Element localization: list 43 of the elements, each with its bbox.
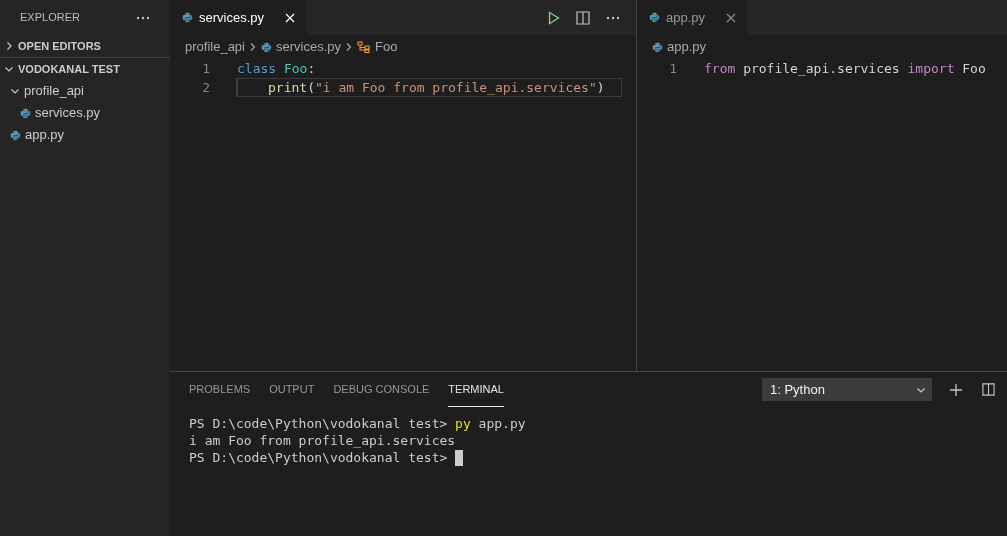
python-file-icon — [261, 41, 272, 53]
split-terminal-icon[interactable] — [982, 383, 995, 396]
python-file-icon — [649, 12, 660, 23]
panel-tab[interactable]: OUTPUT — [269, 372, 315, 407]
more-icon[interactable] — [136, 15, 150, 20]
file-item[interactable]: services.py — [35, 103, 101, 123]
section-header[interactable]: VODOKANAL TEST — [18, 60, 120, 78]
line-number: 1 — [201, 59, 210, 78]
chevron-right-icon — [249, 42, 257, 52]
terminal-line: PS D:\code\Python\vodokanal test> py app.py — [189, 414, 526, 433]
add-icon[interactable] — [949, 382, 963, 397]
panel-tab[interactable]: DEBUG CONSOLE — [333, 372, 430, 407]
breadcrumb-item[interactable]: Foo — [375, 37, 398, 57]
python-file-icon — [20, 107, 31, 119]
breadcrumb-item[interactable]: app.py — [667, 37, 707, 57]
chevron-right-icon — [345, 42, 354, 52]
terminal-line: i am Foo from profile_api.services — [189, 431, 456, 450]
python-file-icon — [182, 12, 193, 23]
sidebar-title: EXPLORER — [20, 10, 80, 26]
code-line: from profile_api.services import Foo — [703, 59, 987, 78]
editor-tab[interactable]: services.py — [170, 0, 307, 35]
chevron-down-icon — [4, 64, 14, 74]
panel-tab[interactable]: TERMINAL — [448, 372, 504, 407]
breadcrumb-item[interactable]: profile_api — [185, 37, 245, 57]
more-icon[interactable] — [606, 15, 620, 20]
chevron-down-icon — [10, 86, 20, 96]
terminal-line: PS D:\code\Python\vodokanal test> — [189, 448, 449, 467]
editor-tab[interactable]: app.py — [637, 0, 748, 35]
code-line: class Foo: — [236, 59, 317, 78]
split-editor-icon[interactable] — [576, 10, 590, 25]
section-header[interactable]: OPEN EDITORS — [18, 37, 101, 55]
terminal-select[interactable]: 1: Python — [762, 378, 932, 401]
line-number: 2 — [201, 78, 210, 97]
line-number: 1 — [668, 59, 677, 78]
folder-item[interactable]: profile_api — [24, 81, 84, 101]
python-file-icon — [652, 41, 663, 53]
file-item[interactable]: app.py — [25, 125, 65, 145]
breadcrumb-item[interactable]: services.py — [276, 37, 342, 57]
class-icon — [357, 41, 372, 53]
panel-tab[interactable]: PROBLEMS — [189, 372, 251, 407]
chevron-right-icon — [4, 41, 14, 51]
python-file-icon — [10, 129, 21, 141]
run-icon[interactable] — [548, 10, 560, 25]
